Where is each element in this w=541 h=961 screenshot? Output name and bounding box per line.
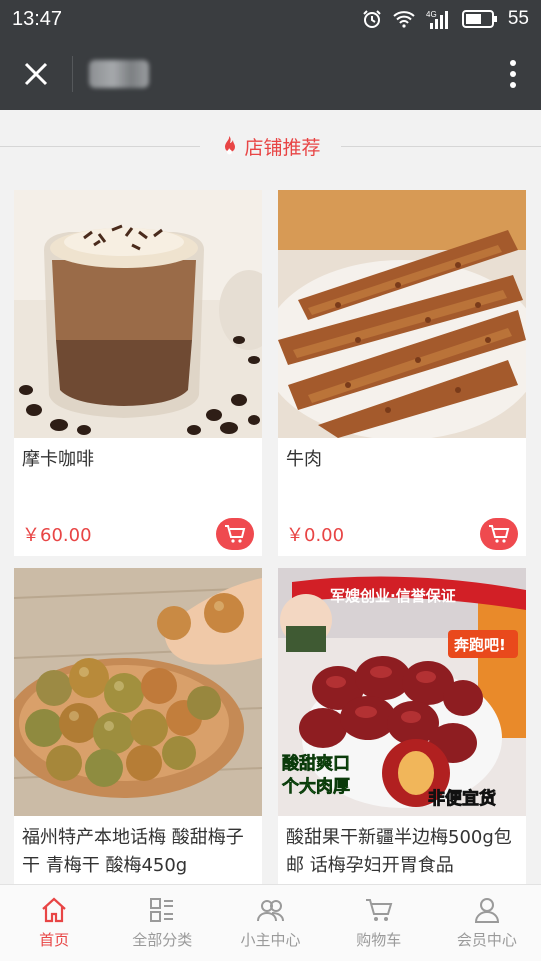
status-time: 13:47 <box>12 7 63 30</box>
tab-cart[interactable]: 购物车 <box>325 885 433 961</box>
network-type-label: 4G <box>426 10 437 19</box>
product-grid: 摩卡咖啡 ￥60.00 牛肉 ￥0.00 福州特产本地话梅 酸甜梅子干 青梅干 … <box>0 178 541 884</box>
tab-member-center[interactable]: 会员中心 <box>433 885 541 961</box>
battery-level: 55 <box>507 8 529 29</box>
cart-icon <box>489 525 510 543</box>
cart-icon <box>365 898 393 921</box>
divider-line <box>341 146 541 147</box>
more-vertical-icon <box>510 60 516 88</box>
close-icon <box>24 62 48 86</box>
alarm-icon <box>362 9 382 29</box>
product-price: ￥60.00 <box>22 525 92 546</box>
xinjiang-plums-ad-photo[interactable]: 军嫂创业·信誉保证 奔跑吧! 酸甜爽口 个大肉厚 非便宜货 <box>278 568 526 816</box>
nav-divider <box>72 56 73 92</box>
ad-slogan-text: 酸甜爽口 <box>282 753 350 774</box>
product-name[interactable]: 福州特产本地话梅 酸甜梅子干 青梅干 酸梅450g <box>14 816 262 884</box>
product-name[interactable]: 摩卡咖啡 <box>14 438 262 512</box>
status-bar: 13:47 4G 55 <box>0 0 541 38</box>
cart-icon <box>225 525 246 543</box>
add-to-cart-button[interactable] <box>480 518 518 550</box>
battery-icon <box>461 10 498 28</box>
section-header: 店铺推荐 <box>0 114 541 178</box>
signal-icon: 4G <box>426 9 452 29</box>
tab-home[interactable]: 首页 <box>0 885 108 961</box>
nav-bar <box>0 38 541 110</box>
beef-jerky-photo[interactable] <box>278 190 526 438</box>
bottom-tab-bar: 首页 全部分类 小主中心 购物车 会员中心 <box>0 884 541 961</box>
category-icon <box>150 897 174 922</box>
more-button[interactable] <box>485 38 541 110</box>
product-price: ￥0.00 <box>286 525 345 546</box>
ad-slogan-text: 非便宜货 <box>428 788 496 809</box>
users-icon <box>256 899 284 921</box>
product-name[interactable]: 牛肉 <box>278 438 526 512</box>
product-card[interactable]: 军嫂创业·信誉保证 奔跑吧! 酸甜爽口 个大肉厚 非便宜货 酸甜果干新疆半边梅5… <box>278 568 526 884</box>
product-card[interactable]: 牛肉 ￥0.00 <box>278 190 526 556</box>
product-card[interactable]: 福州特产本地话梅 酸甜梅子干 青梅干 酸梅450g <box>14 568 262 884</box>
tab-member-center-small[interactable]: 小主中心 <box>216 885 324 961</box>
home-icon <box>42 897 66 922</box>
divider-line <box>0 146 200 147</box>
page-title-blurred <box>89 60 149 88</box>
tab-label: 小主中心 <box>240 930 301 949</box>
tab-label: 首页 <box>39 930 70 949</box>
product-card[interactable]: 摩卡咖啡 ￥60.00 <box>14 190 262 556</box>
wifi-icon <box>392 10 416 28</box>
fire-icon <box>225 136 236 155</box>
status-icons: 4G 55 <box>362 8 529 30</box>
product-name[interactable]: 酸甜果干新疆半边梅500g包邮 话梅孕妇开胃食品 <box>278 816 526 884</box>
mocha-coffee-photo[interactable] <box>14 190 262 438</box>
user-icon <box>474 897 499 923</box>
ad-banner-text: 军嫂创业·信誉保证 <box>330 587 456 605</box>
tab-categories[interactable]: 全部分类 <box>108 885 216 961</box>
ad-bag-text: 奔跑吧! <box>453 636 506 654</box>
dried-plums-photo[interactable] <box>14 568 262 816</box>
section-title: 店铺推荐 <box>244 136 321 159</box>
tab-label: 全部分类 <box>132 930 193 949</box>
tab-label: 购物车 <box>356 930 402 949</box>
close-button[interactable] <box>0 38 72 110</box>
ad-slogan-text: 个大肉厚 <box>281 776 350 797</box>
add-to-cart-button[interactable] <box>216 518 254 550</box>
tab-label: 会员中心 <box>456 930 517 949</box>
